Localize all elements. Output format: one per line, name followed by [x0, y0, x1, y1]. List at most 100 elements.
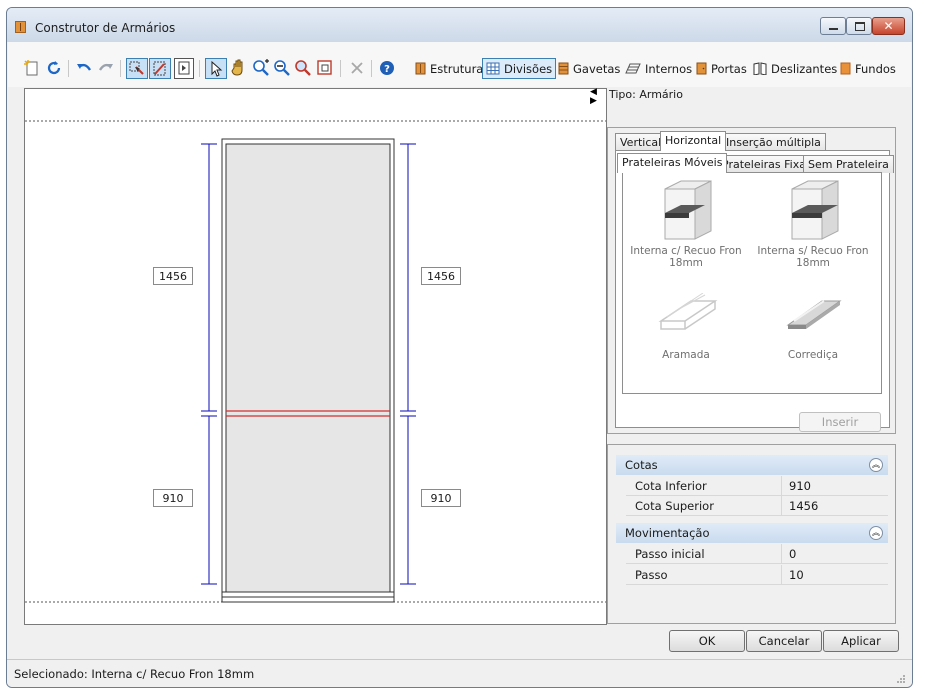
- deslizantes-label: Deslizantes: [771, 61, 838, 76]
- drawing-canvas[interactable]: 1456 1456 910 910: [24, 88, 607, 625]
- category-cotas[interactable]: Cotas ︽: [616, 455, 888, 475]
- portas-label: Portas: [711, 61, 747, 76]
- pan-hand-icon[interactable]: [229, 58, 249, 79]
- redo-icon[interactable]: [96, 58, 116, 79]
- component-panel: Vertical Horizontal Inserção múltipla Pr…: [607, 127, 896, 434]
- drawer-icon: [558, 62, 569, 75]
- deslizantes-button[interactable]: Deslizantes: [750, 58, 840, 79]
- shelf-item-label: Aramada: [662, 349, 710, 361]
- property-value[interactable]: 0: [789, 544, 796, 564]
- dimension-lines-left: [201, 143, 217, 585]
- new-icon[interactable]: [22, 58, 42, 79]
- subtab-prateleiras-fixas[interactable]: Prateleiras Fixas: [717, 155, 817, 173]
- dimension-label-top-right[interactable]: 1456: [421, 267, 461, 285]
- fundos-button[interactable]: Fundos: [837, 58, 899, 79]
- refresh-icon[interactable]: [44, 58, 64, 79]
- internos-button[interactable]: Internos: [622, 58, 695, 79]
- internos-label: Internos: [645, 61, 693, 76]
- tab-horizontal[interactable]: Horizontal: [660, 131, 727, 151]
- zoom-window-icon[interactable]: [315, 58, 335, 79]
- sliding-shelf-icon: [786, 300, 842, 329]
- select-tool-icon[interactable]: [126, 58, 148, 79]
- pointer-icon[interactable]: [205, 58, 227, 79]
- wire-shelf-icon: [658, 293, 718, 330]
- estrutura-button[interactable]: Estrutura: [412, 58, 486, 79]
- close-button[interactable]: ✕: [872, 17, 905, 35]
- delete-icon[interactable]: [347, 58, 367, 79]
- property-name: Cota Inferior: [635, 479, 707, 493]
- property-row-cota-inferior[interactable]: Cota Inferior 910: [626, 476, 888, 496]
- maximize-button[interactable]: [846, 17, 872, 35]
- property-value[interactable]: 1456: [789, 496, 818, 516]
- status-bar: Selecionado: Interna c/ Recuo Fron 18mm: [7, 659, 912, 687]
- tab-vertical[interactable]: Vertical: [615, 133, 667, 151]
- close-icon: ✕: [883, 19, 894, 33]
- minimize-button[interactable]: [820, 17, 846, 35]
- shelf-item-aramada[interactable]: Aramada: [624, 293, 748, 361]
- svg-text:?: ?: [384, 64, 390, 75]
- door-icon: [696, 62, 707, 75]
- category-movimentacao-label: Movimentação: [625, 526, 710, 540]
- sliding-door-icon: [753, 62, 767, 75]
- application-window: Construtor de Armários ✕ ? Estrutura Div…: [6, 7, 913, 688]
- cabinet-drawing: [25, 120, 606, 603]
- shelf-without-setback-icon: [791, 180, 839, 240]
- property-name: Cota Superior: [635, 499, 714, 513]
- estrutura-icon: [415, 62, 426, 75]
- divisions-grid-icon: [486, 62, 500, 75]
- cancel-button[interactable]: Cancelar: [746, 630, 822, 652]
- dimension-lines-right: [400, 143, 416, 585]
- zoom-fit-icon[interactable]: [293, 58, 313, 79]
- portas-button[interactable]: Portas: [693, 58, 750, 79]
- shelf-item-label: Interna c/ Recuo Fron 18mm: [630, 245, 742, 269]
- fundos-label: Fundos: [855, 61, 896, 76]
- property-row-cota-superior[interactable]: Cota Superior 1456: [626, 496, 888, 516]
- shelf-item-corredica[interactable]: Corrediça: [751, 293, 875, 361]
- ok-button[interactable]: OK: [669, 630, 745, 652]
- subtab-prateleiras-moveis[interactable]: Prateleiras Móveis: [617, 153, 728, 173]
- divisoes-label: Divisões: [504, 61, 553, 76]
- collapse-cotas-icon[interactable]: ︽: [869, 458, 883, 472]
- dimension-label-top-left[interactable]: 1456: [153, 267, 193, 285]
- resize-grip-icon[interactable]: [896, 674, 906, 684]
- shelf-gallery: Interna c/ Recuo Fron 18mm Interna s/ Re…: [622, 172, 882, 394]
- subtab-sem-prateleira[interactable]: Sem Prateleira: [803, 155, 894, 173]
- tab-insercao-multipla[interactable]: Inserção múltipla: [721, 133, 826, 151]
- collapse-movimentacao-icon[interactable]: ︽: [869, 526, 883, 540]
- property-name: Passo inicial: [635, 547, 705, 561]
- shelf-item-label: Interna s/ Recuo Fron 18mm: [757, 245, 869, 269]
- apply-button[interactable]: Aplicar: [823, 630, 899, 652]
- frame-tool-icon[interactable]: [174, 58, 194, 79]
- tab-page-horizontal: Prateleiras Móveis Prateleiras Fixas Sem…: [615, 150, 894, 432]
- property-value[interactable]: 10: [789, 565, 804, 585]
- select-area-icon[interactable]: [149, 58, 171, 79]
- cabinet-app-icon: [15, 21, 26, 33]
- divisoes-button[interactable]: Divisões: [482, 58, 557, 79]
- title-bar[interactable]: Construtor de Armários ✕: [7, 8, 912, 42]
- zoom-out-icon[interactable]: [272, 58, 292, 79]
- property-grid: Cotas ︽ Cota Inferior 910 Cota Superior …: [607, 444, 896, 624]
- help-icon[interactable]: ?: [377, 58, 397, 79]
- shelf-item-interna-s-recuo[interactable]: Interna s/ Recuo Fron 18mm: [751, 179, 875, 269]
- shelves-icon: [625, 63, 641, 74]
- shelf-with-setback-icon: [664, 180, 712, 240]
- property-value[interactable]: 910: [789, 476, 811, 496]
- gavetas-label: Gavetas: [573, 61, 621, 76]
- expand-right-icon[interactable]: ▶: [590, 97, 597, 106]
- category-movimentacao[interactable]: Movimentação ︽: [616, 523, 888, 543]
- window-title: Construtor de Armários: [35, 21, 176, 35]
- inserir-button[interactable]: Inserir: [799, 412, 881, 432]
- property-row-passo-inicial[interactable]: Passo inicial 0: [626, 544, 888, 564]
- property-name: Passo: [635, 568, 668, 582]
- category-cotas-label: Cotas: [625, 458, 658, 472]
- dimension-label-bottom-right[interactable]: 910: [421, 489, 461, 507]
- back-panel-icon: [840, 62, 851, 75]
- undo-icon[interactable]: [74, 58, 94, 79]
- toolbar: ? Estrutura Divisões Gavetas Internos Po…: [8, 42, 911, 87]
- gavetas-button[interactable]: Gavetas: [555, 58, 623, 79]
- zoom-in-icon[interactable]: [251, 58, 271, 79]
- dimension-label-bottom-left[interactable]: 910: [153, 489, 193, 507]
- property-row-passo[interactable]: Passo 10: [626, 565, 888, 585]
- shelf-item-interna-c-recuo[interactable]: Interna c/ Recuo Fron 18mm: [624, 179, 748, 269]
- tipo-label: Tipo: Armário: [609, 88, 683, 101]
